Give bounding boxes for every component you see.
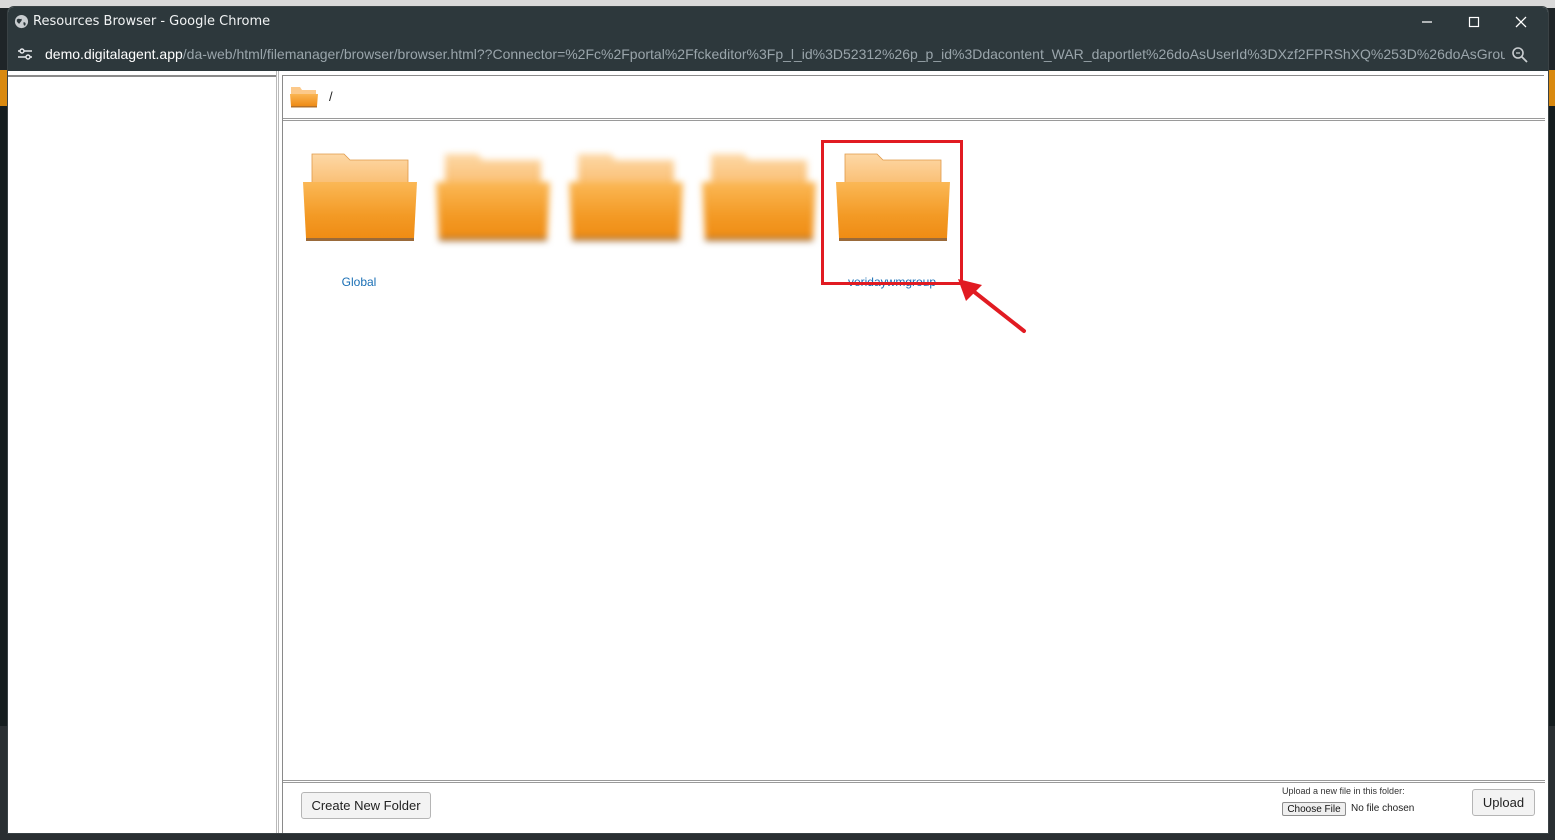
folder-item-redacted[interactable] [694, 144, 822, 284]
close-icon [1515, 16, 1527, 28]
create-folder-button[interactable]: Create New Folder [301, 792, 431, 819]
folder-label[interactable]: Global [295, 275, 423, 289]
panel-divider [8, 75, 276, 77]
folder-grid: Global veridaywmgroup [283, 124, 1545, 780]
url-path: /da-web/html/filemanager/browser/browser… [182, 46, 1505, 62]
window-title: Resources Browser - Google Chrome [33, 14, 271, 29]
arrow-annotation-icon [958, 279, 1026, 333]
window-titlebar: Resources Browser - Google Chrome [8, 7, 1548, 37]
upload-hint: Upload a new file in this folder: [1282, 786, 1405, 796]
choose-file-button[interactable]: Choose File [1282, 802, 1346, 816]
maximize-button[interactable] [1451, 7, 1497, 37]
globe-icon [14, 14, 29, 29]
site-settings-icon[interactable] [17, 46, 33, 62]
file-status: No file chosen [1351, 803, 1415, 814]
url-host: demo.digitalagent.app [45, 46, 183, 62]
current-path: / [329, 89, 333, 104]
url-text[interactable]: demo.digitalagent.app/da-web/html/filema… [45, 46, 1505, 62]
breadcrumb: / [283, 76, 1545, 121]
footer-toolbar: Create New Folder Upload a new file in t… [283, 780, 1545, 833]
file-browser: / Global veridaywmgroup Create New Folde… [8, 71, 1548, 833]
maximize-icon [1468, 16, 1480, 28]
folder-icon [303, 153, 417, 241]
minimize-icon [1422, 21, 1432, 23]
popup-window: Resources Browser - Google Chrome demo.d… [8, 7, 1548, 833]
folder-item-global[interactable]: Global [295, 144, 423, 289]
folder-icon [436, 154, 550, 241]
close-button[interactable] [1498, 7, 1544, 37]
folder-icon [569, 154, 683, 241]
minimize-button[interactable] [1404, 7, 1450, 37]
folder-tree-panel [8, 71, 279, 833]
zoom-icon[interactable] [1511, 46, 1529, 64]
address-bar[interactable]: demo.digitalagent.app/da-web/html/filema… [8, 37, 1548, 71]
folder-icon [702, 154, 816, 241]
folder-icon [290, 87, 318, 108]
upload-button[interactable]: Upload [1472, 789, 1535, 816]
highlight-annotation [821, 140, 963, 285]
folder-item-redacted[interactable] [428, 144, 556, 284]
folder-item-redacted[interactable] [561, 144, 689, 284]
folder-contents-panel: / Global veridaywmgroup Create New Folde… [282, 75, 1545, 833]
